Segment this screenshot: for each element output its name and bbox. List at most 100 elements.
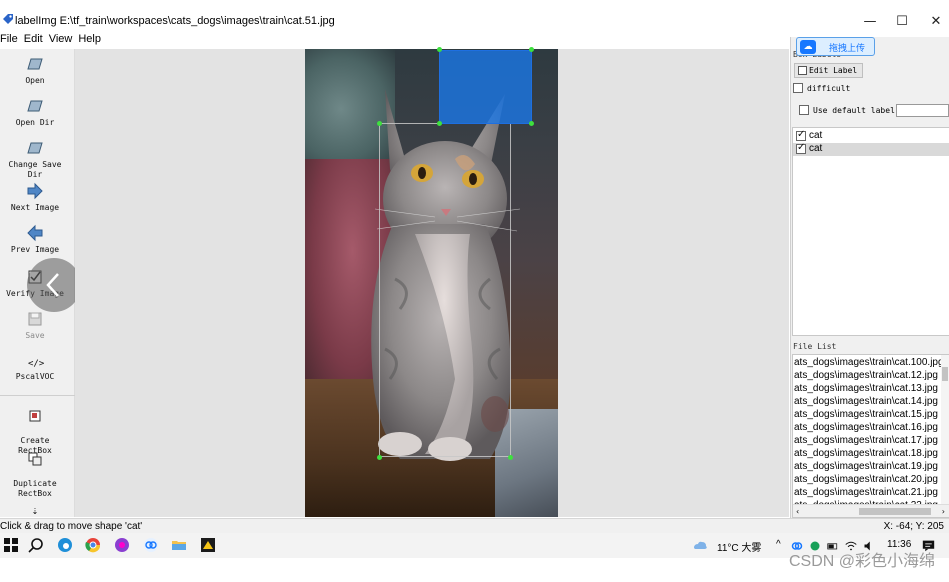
label-name: cat	[809, 143, 823, 154]
file-list-item[interactable]: ats_dogs\images\train\cat.12.jpg	[794, 370, 942, 381]
box-handle[interactable]	[377, 121, 382, 126]
cat-bounding-box[interactable]	[379, 123, 511, 457]
file-list: ats_dogs\images\train\cat.100.jpg ats_do…	[792, 354, 949, 518]
save-disk-icon	[28, 312, 42, 326]
baidu-netdisk-icon[interactable]	[143, 537, 159, 553]
label-list-item-selected[interactable]: cat	[793, 142, 949, 156]
folder-open-icon	[27, 100, 43, 112]
svg-text:</>: </>	[28, 359, 44, 369]
change-save-dir-button[interactable]: Change Save Dir	[0, 139, 70, 180]
code-icon: </>	[28, 359, 44, 369]
labelimg-taskbar-icon[interactable]	[200, 537, 216, 553]
cloud-upload-icon: ☁	[800, 40, 816, 54]
label-list: cat cat	[792, 127, 949, 336]
status-message: Click & drag to move shape 'cat'	[0, 521, 143, 532]
file-list-title: File List	[793, 342, 837, 351]
change-save-dir-label: Change Save Dir	[8, 160, 62, 179]
drag-upload-button[interactable]: ☁ 拖拽上传	[796, 37, 875, 56]
scroll-left-icon[interactable]: ‹	[796, 505, 799, 517]
folder-open-icon	[27, 142, 43, 154]
cursor-coordinates: X: -64; Y: 205	[883, 521, 944, 532]
next-image-button[interactable]: Next Image	[0, 182, 70, 213]
scroll-right-icon[interactable]: ›	[942, 505, 945, 517]
file-list-horizontal-scrollbar[interactable]: ‹ ›	[793, 504, 949, 517]
menu-edit[interactable]: Edit	[24, 33, 43, 45]
label-name: cat	[809, 130, 823, 141]
selected-box-handle[interactable]	[529, 121, 534, 126]
file-list-item[interactable]: ats_dogs\images\train\cat.18.jpg	[794, 448, 942, 459]
chevron-left-icon	[46, 273, 59, 297]
file-list-vertical-scrollbar[interactable]	[941, 355, 949, 505]
file-list-item[interactable]: ats_dogs\images\train\cat.17.jpg	[794, 435, 942, 446]
label-list-item[interactable]: cat	[793, 129, 949, 143]
use-default-label-checkbox[interactable]	[799, 105, 809, 115]
file-list-item[interactable]: ats_dogs\images\train\cat.21.jpg	[794, 487, 942, 498]
edit-label-text: Edit Label	[809, 66, 858, 75]
selected-cat-box[interactable]	[439, 50, 532, 124]
floating-back-button[interactable]	[27, 258, 81, 312]
windows-start-icon[interactable]	[3, 537, 19, 553]
file-list-item[interactable]: ats_dogs\images\train\cat.15.jpg	[794, 409, 942, 420]
right-dock-panel: Box Labels Edit Label difficult Use defa…	[790, 37, 949, 518]
arrow-right-icon	[27, 182, 43, 200]
menu-help[interactable]: Help	[78, 33, 101, 45]
window-title: labelImg E:\tf_train\workspaces\cats_dog…	[15, 15, 335, 27]
weather-text[interactable]: 11°C 大雾	[717, 539, 761, 554]
difficult-checkbox[interactable]	[793, 83, 803, 93]
csdn-watermark: CSDN @彩色小海绵	[788, 553, 935, 570]
box-handle[interactable]	[377, 455, 382, 460]
file-explorer-icon[interactable]	[171, 537, 187, 553]
save-label: Save	[25, 331, 45, 340]
format-toggle-button[interactable]: </> PscalVOC	[0, 355, 70, 382]
file-list-item[interactable]: ats_dogs\images\train\cat.19.jpg	[794, 461, 942, 472]
drag-upload-label: 拖拽上传	[829, 44, 866, 54]
open-label: Open	[25, 76, 45, 85]
open-button[interactable]: Open	[0, 55, 70, 86]
minimize-button[interactable]: —	[860, 14, 880, 30]
file-list-item[interactable]: ats_dogs\images\train\cat.13.jpg	[794, 383, 942, 394]
open-dir-label: Open Dir	[15, 118, 55, 127]
title-bar: labelImg E:\tf_train\workspaces\cats_dog…	[0, 0, 949, 32]
edge-browser-icon[interactable]	[57, 537, 73, 553]
edit-icon	[798, 66, 807, 75]
file-list-item[interactable]: ats_dogs\images\train\cat.20.jpg	[794, 474, 942, 485]
format-label: PscalVOC	[15, 372, 55, 381]
box-handle[interactable]	[508, 455, 513, 460]
prev-image-label: Prev Image	[10, 245, 60, 254]
maximize-button[interactable]: ☐	[892, 14, 912, 30]
duplicate-rectbox-label: Duplicate RectBox	[13, 479, 57, 498]
file-list-item[interactable]: ats_dogs\images\train\cat.100.jpg	[794, 357, 942, 368]
menu-file[interactable]: File	[0, 33, 18, 45]
folder-open-icon	[27, 58, 43, 70]
edit-label-button[interactable]: Edit Label	[794, 63, 863, 78]
next-image-label: Next Image	[10, 203, 60, 212]
close-button[interactable]: ✕	[926, 14, 946, 30]
label-visible-checkbox[interactable]	[796, 142, 806, 154]
toolbar-scroll-more[interactable]: ⇣	[0, 507, 70, 516]
menu-bar: File Edit View Help	[0, 32, 790, 48]
create-rect-icon	[29, 410, 41, 422]
scrollbar-thumb[interactable]	[859, 508, 931, 515]
file-list-item[interactable]: ats_dogs\images\train\cat.16.jpg	[794, 422, 942, 433]
default-label-input[interactable]	[896, 104, 949, 117]
labelimg-app-icon	[3, 14, 13, 24]
file-list-item[interactable]: ats_dogs\images\train\cat.14.jpg	[794, 396, 942, 407]
chrome-browser-icon[interactable]	[85, 537, 101, 553]
media-app-icon[interactable]	[114, 537, 130, 553]
search-icon[interactable]	[28, 537, 44, 553]
chevron-up-icon[interactable]: ^	[776, 539, 781, 550]
label-visible-checkbox[interactable]	[796, 129, 806, 141]
selected-box-handle[interactable]	[437, 121, 442, 126]
selected-box-handle[interactable]	[437, 47, 442, 52]
duplicate-rect-icon	[28, 452, 42, 466]
save-button[interactable]: Save	[0, 310, 70, 341]
difficult-label: difficult	[807, 84, 851, 93]
weather-icon[interactable]	[692, 537, 708, 553]
duplicate-rectbox-button[interactable]: Duplicate RectBox	[0, 442, 70, 499]
menu-view[interactable]: View	[49, 33, 73, 45]
open-dir-button[interactable]: Open Dir	[0, 97, 70, 128]
use-default-label-text: Use default label	[813, 106, 895, 115]
prev-image-button[interactable]: Prev Image	[0, 224, 70, 255]
status-bar: Click & drag to move shape 'cat' X: -64;…	[0, 518, 949, 533]
selected-box-handle[interactable]	[529, 47, 534, 52]
